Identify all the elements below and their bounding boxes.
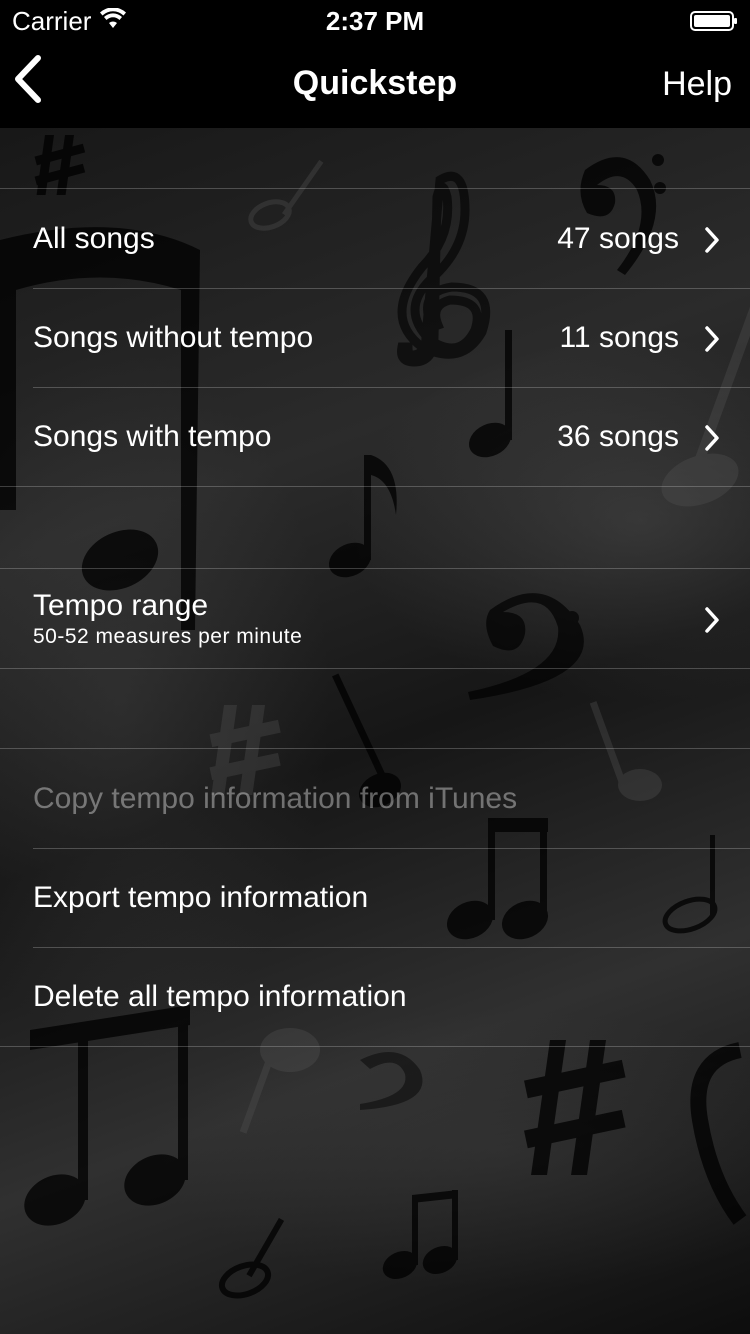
songs-with-tempo-row[interactable]: Songs with tempo 36 songs (0, 387, 750, 486)
songs-without-tempo-row[interactable]: Songs without tempo 11 songs (0, 288, 750, 387)
delete-tempo-label: Delete all tempo information (33, 980, 407, 1013)
battery-icon (690, 11, 737, 31)
status-time: 2:37 PM (325, 6, 425, 36)
song-count: 47 songs (557, 222, 679, 255)
export-tempo-label: Export tempo information (33, 881, 369, 914)
tempo-range-value: 50-52 measures per minute (33, 625, 303, 648)
export-tempo-row[interactable]: Export tempo information (0, 848, 750, 947)
song-count: 36 songs (557, 420, 679, 453)
row-label: Songs without tempo (33, 321, 314, 354)
navigation-bar: Quickstep Help (0, 40, 750, 128)
chevron-right-icon (705, 425, 719, 451)
row-label: Songs with tempo (33, 420, 272, 453)
chevron-right-icon (705, 326, 719, 352)
status-bar: Carrier 2:37 PM (0, 0, 750, 40)
all-songs-row[interactable]: All songs 47 songs (0, 189, 750, 288)
eighth-note-icon (382, 1190, 458, 1280)
songs-section: All songs 47 songs Songs without tempo 1… (0, 188, 750, 487)
tempo-range-row[interactable]: Tempo range 50-52 measures per minute (0, 569, 750, 668)
treble-clef-icon (690, 1042, 747, 1225)
chevron-right-icon (705, 227, 719, 253)
song-count: 11 songs (559, 321, 679, 354)
chevron-right-icon (705, 607, 719, 633)
sharp-icon (524, 1040, 626, 1175)
row-label: Tempo range (33, 589, 209, 622)
copy-tempo-label: Copy tempo information from iTunes (33, 782, 518, 815)
page-title: Quickstep (292, 64, 458, 102)
row-label: All songs (33, 222, 155, 255)
actions-section: Copy tempo information from iTunes Expor… (0, 748, 750, 1047)
delete-tempo-row[interactable]: Delete all tempo information (0, 947, 750, 1046)
copy-tempo-row: Copy tempo information from iTunes (0, 749, 750, 848)
bass-clef-icon (360, 1052, 423, 1110)
eighth-note-icon (218, 1217, 285, 1299)
screen: Carrier 2:37 PM Quickstep Help All songs… (0, 0, 750, 1334)
sharp-icon (34, 135, 86, 195)
help-button[interactable]: Help (662, 65, 732, 104)
tempo-range-section: Tempo range 50-52 measures per minute (0, 568, 750, 669)
